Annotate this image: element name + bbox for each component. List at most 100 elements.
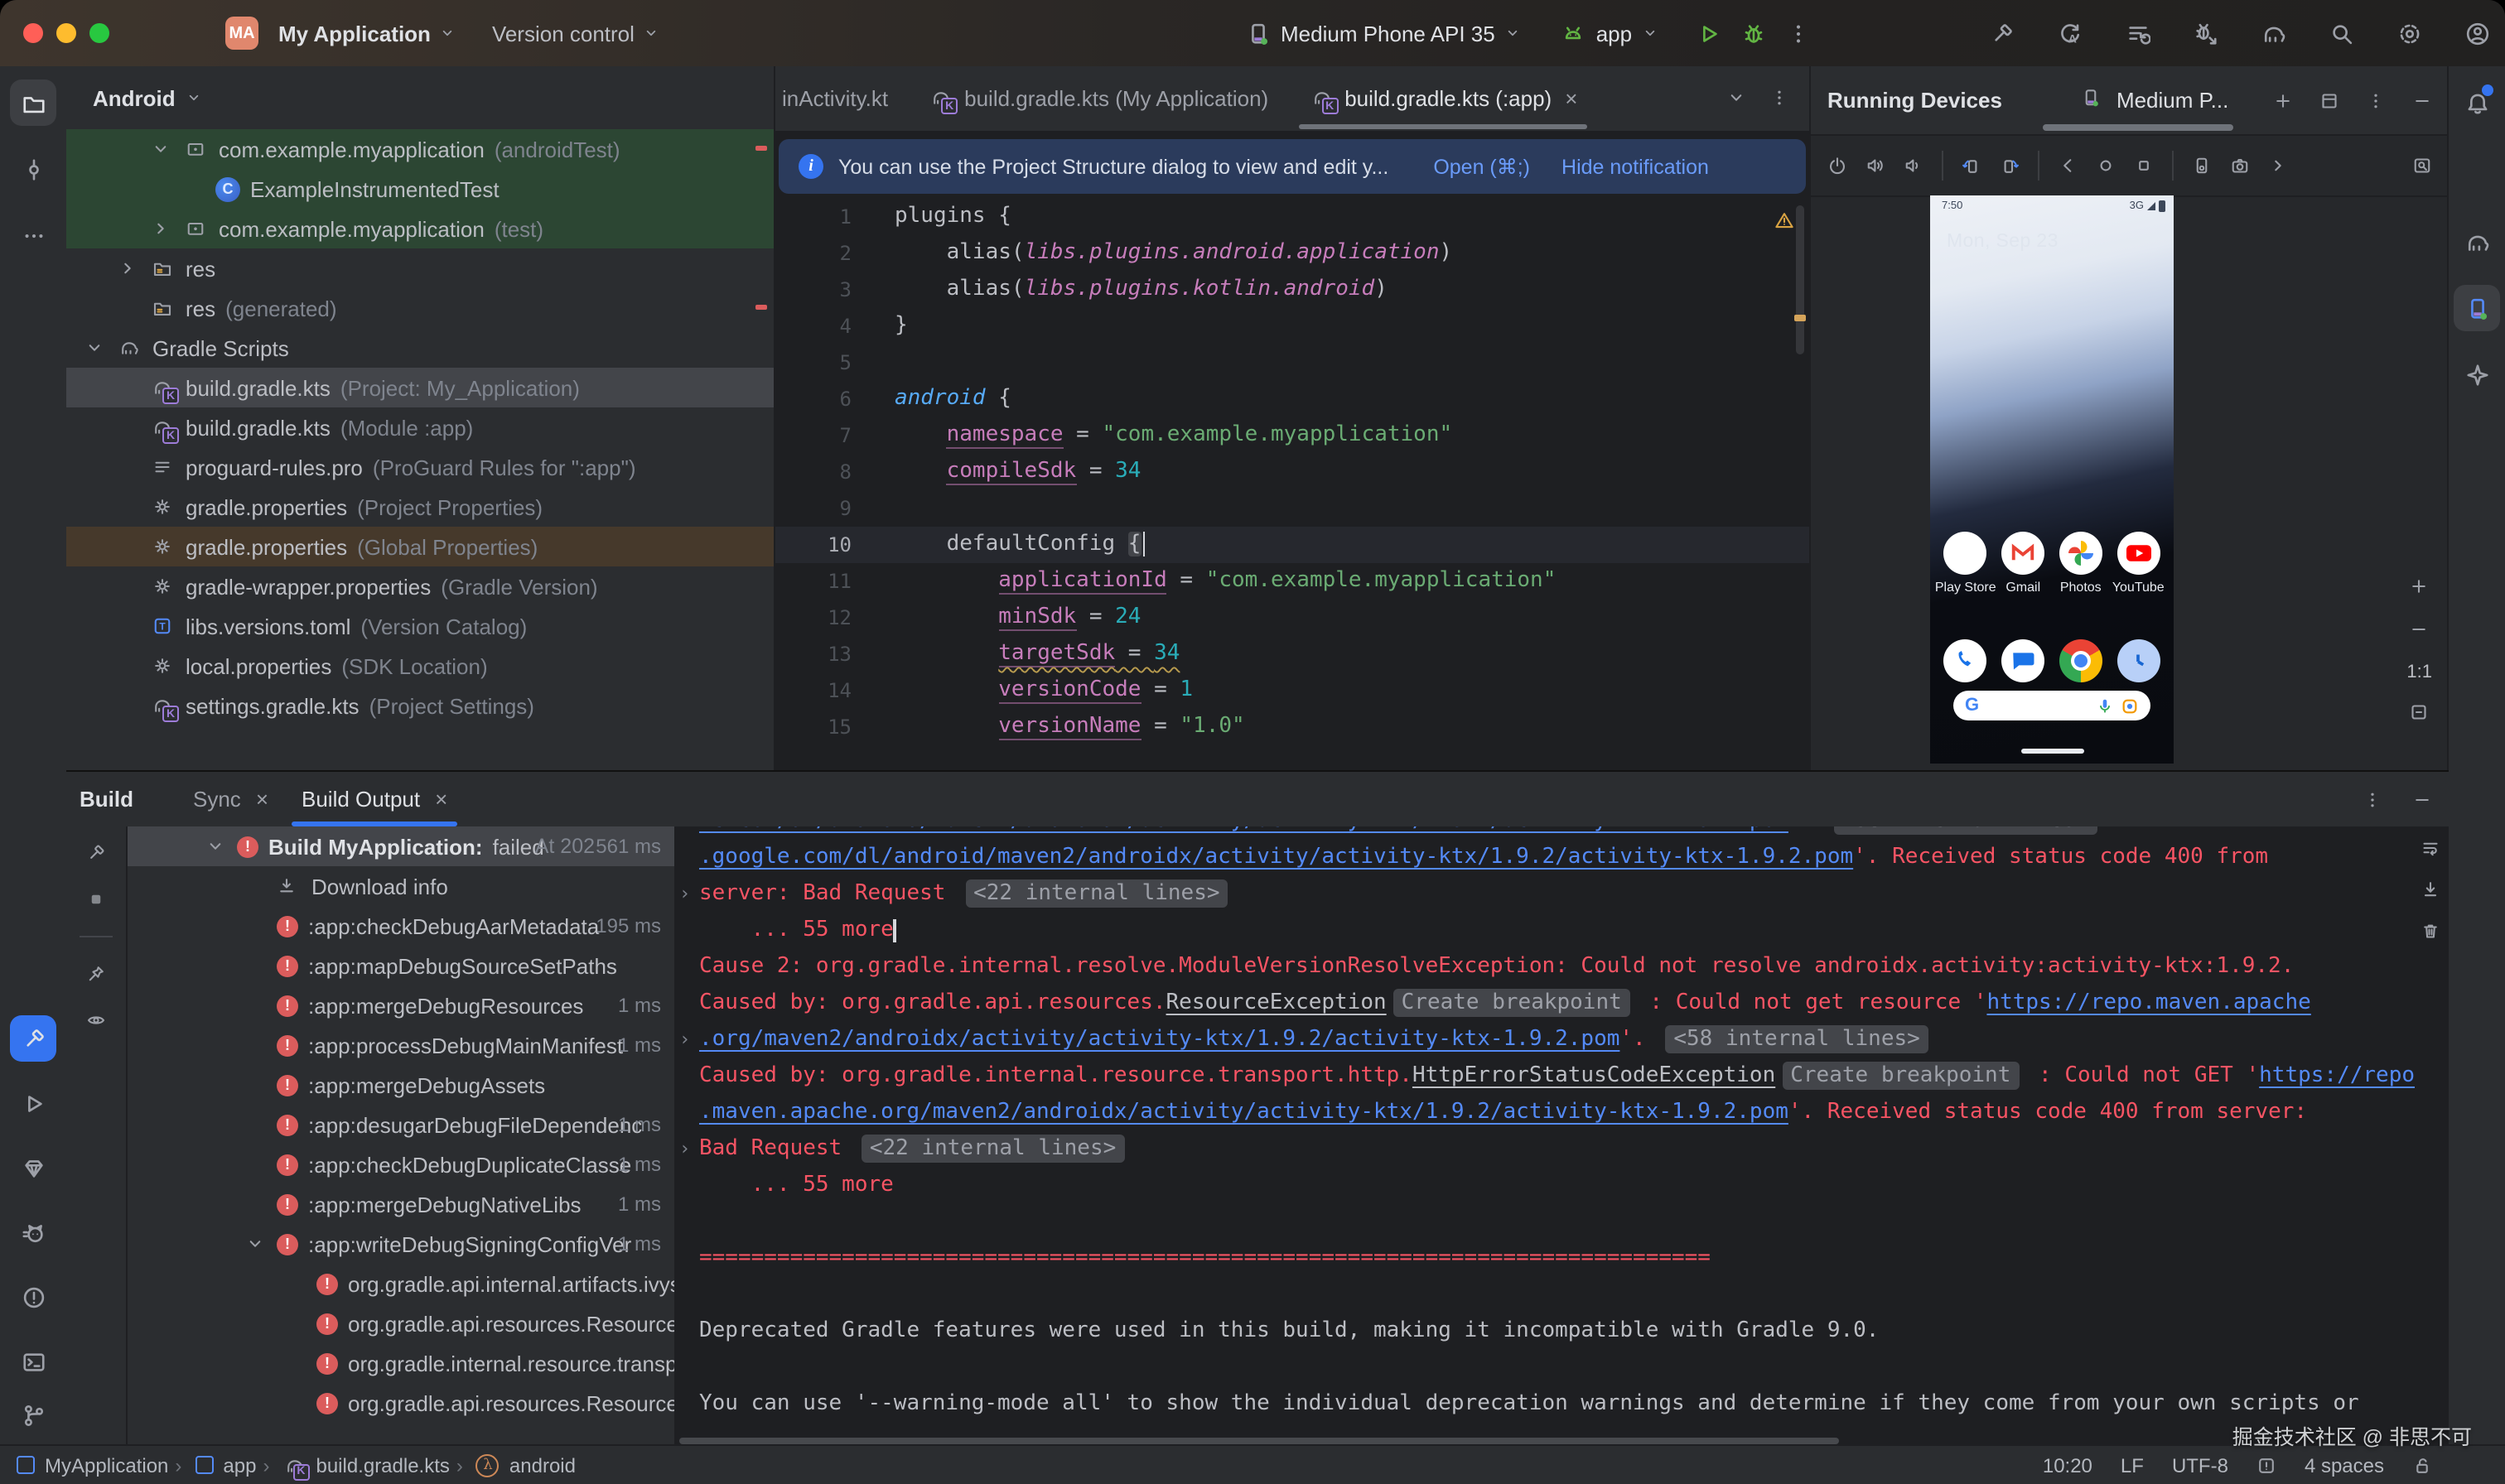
project-tree-row[interactable]: res	[66, 248, 774, 288]
build-tree-row[interactable]: Build MyApplication: failedAt 202561 ms	[128, 826, 674, 866]
app-photos[interactable]: Photos	[2053, 532, 2109, 595]
build-tree-row[interactable]: :app:mergeDebugAssets	[128, 1065, 674, 1105]
device-tab-medium-phone[interactable]: Medium P...	[2082, 88, 2228, 113]
run-configuration-selector[interactable]: app	[1561, 21, 1658, 46]
attach-debugger-icon[interactable]	[2192, 19, 2220, 47]
tab-build-output[interactable]: Build Output×	[285, 772, 464, 826]
version-control-menu[interactable]: Version control	[492, 21, 659, 46]
close-tab-icon[interactable]: ×	[435, 787, 447, 812]
more-tool-windows-icon[interactable]	[10, 212, 56, 258]
panel-options-icon[interactable]	[2366, 90, 2386, 110]
line-separator-widget[interactable]: LF	[2121, 1453, 2144, 1477]
project-tree-row[interactable]: build.gradle.kts(Project: My_Application…	[66, 368, 774, 407]
zoom-reset-icon[interactable]	[2410, 702, 2430, 725]
read-write-lock-icon[interactable]	[2412, 1455, 2432, 1475]
project-tree-row[interactable]: com.example.myapplication(test)	[66, 209, 774, 248]
warning-stripe-mark[interactable]	[1794, 315, 1806, 321]
app-gmail[interactable]: Gmail	[1995, 532, 2051, 595]
build-options-icon[interactable]	[2363, 789, 2382, 809]
nav-home-icon[interactable]	[2096, 156, 2116, 176]
tab-build-gradle-app[interactable]: build.gradle.kts (:app) ×	[1288, 66, 1597, 129]
project-tree-row[interactable]: gradle-wrapper.properties(Gradle Version…	[66, 566, 774, 606]
nav-overview-icon[interactable]	[2134, 156, 2154, 176]
rerun-tasks-icon[interactable]	[2124, 19, 2152, 47]
app-youtube[interactable]: YouTube	[2110, 532, 2166, 595]
breadcrumb-module[interactable]: app	[195, 1453, 256, 1477]
pin-tab-icon[interactable]	[86, 964, 106, 984]
settings-icon[interactable]	[2396, 19, 2424, 47]
google-search-bar[interactable]	[1953, 691, 2150, 720]
profile-avatar-icon[interactable]	[2464, 19, 2492, 47]
device-selector[interactable]: Medium Phone API 35	[1246, 21, 1522, 46]
volume-up-icon[interactable]	[1865, 156, 1885, 176]
project-view-selector[interactable]: Android	[66, 66, 774, 129]
caret-position-widget[interactable]: 10:20	[2043, 1453, 2092, 1477]
close-tab-icon[interactable]: ×	[1565, 85, 1577, 110]
build-tree-row[interactable]: :app:desugarDebugFileDependenc1 ms	[128, 1105, 674, 1144]
console-link[interactable]: https://repo	[2259, 1063, 2415, 1088]
tab-mainactivity[interactable]: inActivity.kt	[775, 66, 908, 129]
project-tree-row[interactable]: settings.gradle.kts(Project Settings)	[66, 686, 774, 725]
notification-hide-link[interactable]: Hide notification	[1561, 155, 1709, 178]
project-tree-row[interactable]: Gradle Scripts	[66, 328, 774, 368]
build-tree-row[interactable]: org.gradle.internal.resource.transport.	[128, 1343, 674, 1383]
hide-panel-icon[interactable]	[2412, 90, 2432, 110]
inspection-highlight-icon[interactable]	[2256, 1455, 2276, 1475]
close-tab-icon[interactable]: ×	[256, 787, 268, 812]
app-clock[interactable]	[2110, 639, 2166, 682]
sync-translate-icon[interactable]	[2056, 19, 2084, 47]
tab-list-dropdown-icon[interactable]	[1726, 88, 1746, 108]
code-editor[interactable]: 1plugins {2 alias(libs.plugins.android.a…	[775, 199, 1809, 770]
device-settings-icon[interactable]	[2192, 156, 2212, 176]
app-chrome[interactable]	[2053, 639, 2109, 682]
editor-options-icon[interactable]	[1769, 88, 1789, 108]
zoom-in-icon[interactable]	[2410, 576, 2430, 600]
running-devices-tool-button[interactable]	[2454, 285, 2500, 331]
voice-search-icon[interactable]	[2096, 696, 2114, 715]
build-tree-row[interactable]: :app:writeDebugSigningConfigVer1 ms	[128, 1224, 674, 1264]
nav-back-icon[interactable]	[2058, 156, 2078, 176]
console-horizontal-scrollbar[interactable]	[679, 1438, 1839, 1444]
encoding-widget[interactable]: UTF-8	[2172, 1453, 2228, 1477]
commit-tool-button[interactable]	[10, 146, 56, 192]
problems-tool-button[interactable]	[10, 1274, 56, 1320]
minimize-window-button[interactable]	[56, 23, 76, 43]
build-tree-row[interactable]: Download info	[128, 866, 674, 906]
project-tree-row[interactable]: res(generated)	[66, 288, 774, 328]
run-button[interactable]	[1695, 19, 1723, 47]
close-window-button[interactable]	[23, 23, 43, 43]
project-tree-row[interactable]: gradle.properties(Project Properties)	[66, 487, 774, 527]
version-control-tool-button[interactable]	[10, 1391, 56, 1438]
hide-build-panel-icon[interactable]	[2412, 789, 2432, 809]
screen-record-icon[interactable]	[2412, 156, 2432, 176]
breadcrumb-element[interactable]: android	[476, 1453, 576, 1477]
google-lens-icon[interactable]	[2121, 696, 2139, 715]
fold-chevron-icon[interactable]: ›	[679, 876, 690, 913]
gradle-tool-button[interactable]	[2454, 219, 2500, 265]
zoom-window-button[interactable]	[89, 23, 109, 43]
filter-build-output-icon[interactable]	[86, 843, 106, 863]
terminal-tool-button[interactable]	[10, 1338, 56, 1385]
build-tree-row[interactable]: org.gradle.api.internal.artifacts.ivyser…	[128, 1264, 674, 1303]
soft-wrap-icon[interactable]	[2421, 838, 2440, 858]
project-tree-row[interactable]: proguard-rules.pro(ProGuard Rules for ":…	[66, 447, 774, 487]
fold-chevron-icon[interactable]: ›	[679, 1022, 690, 1058]
run-tool-button[interactable]	[10, 1080, 56, 1126]
rotate-right-icon[interactable]	[2000, 156, 2020, 176]
logcat-tool-button[interactable]	[10, 1209, 56, 1255]
build-tree-row[interactable]: :app:checkDebugDuplicateClasse1 ms	[128, 1144, 674, 1184]
project-tree-row[interactable]: local.properties(SDK Location)	[66, 646, 774, 686]
breadcrumb-file[interactable]: build.gradle.kts	[282, 1453, 449, 1477]
project-tree-row[interactable]: gradle.properties(Global Properties)	[66, 527, 774, 566]
rotate-left-icon[interactable]	[1962, 156, 1981, 176]
project-tree-row[interactable]: libs.versions.toml(Version Catalog)	[66, 606, 774, 646]
indent-widget[interactable]: 4 spaces	[2305, 1453, 2384, 1477]
zoom-out-icon[interactable]	[2410, 619, 2430, 643]
search-everywhere-icon[interactable]	[2328, 19, 2356, 47]
project-tree-row[interactable]: build.gradle.kts(Module :app)	[66, 407, 774, 447]
build-tree-row[interactable]: :app:mergeDebugNativeLibs1 ms	[128, 1184, 674, 1224]
console-link[interactable]: https://repo.maven.apache	[1986, 990, 2310, 1015]
window-mode-icon[interactable]	[2319, 90, 2339, 110]
debug-button[interactable]	[1740, 19, 1768, 47]
build-tool-button[interactable]	[10, 1015, 56, 1062]
